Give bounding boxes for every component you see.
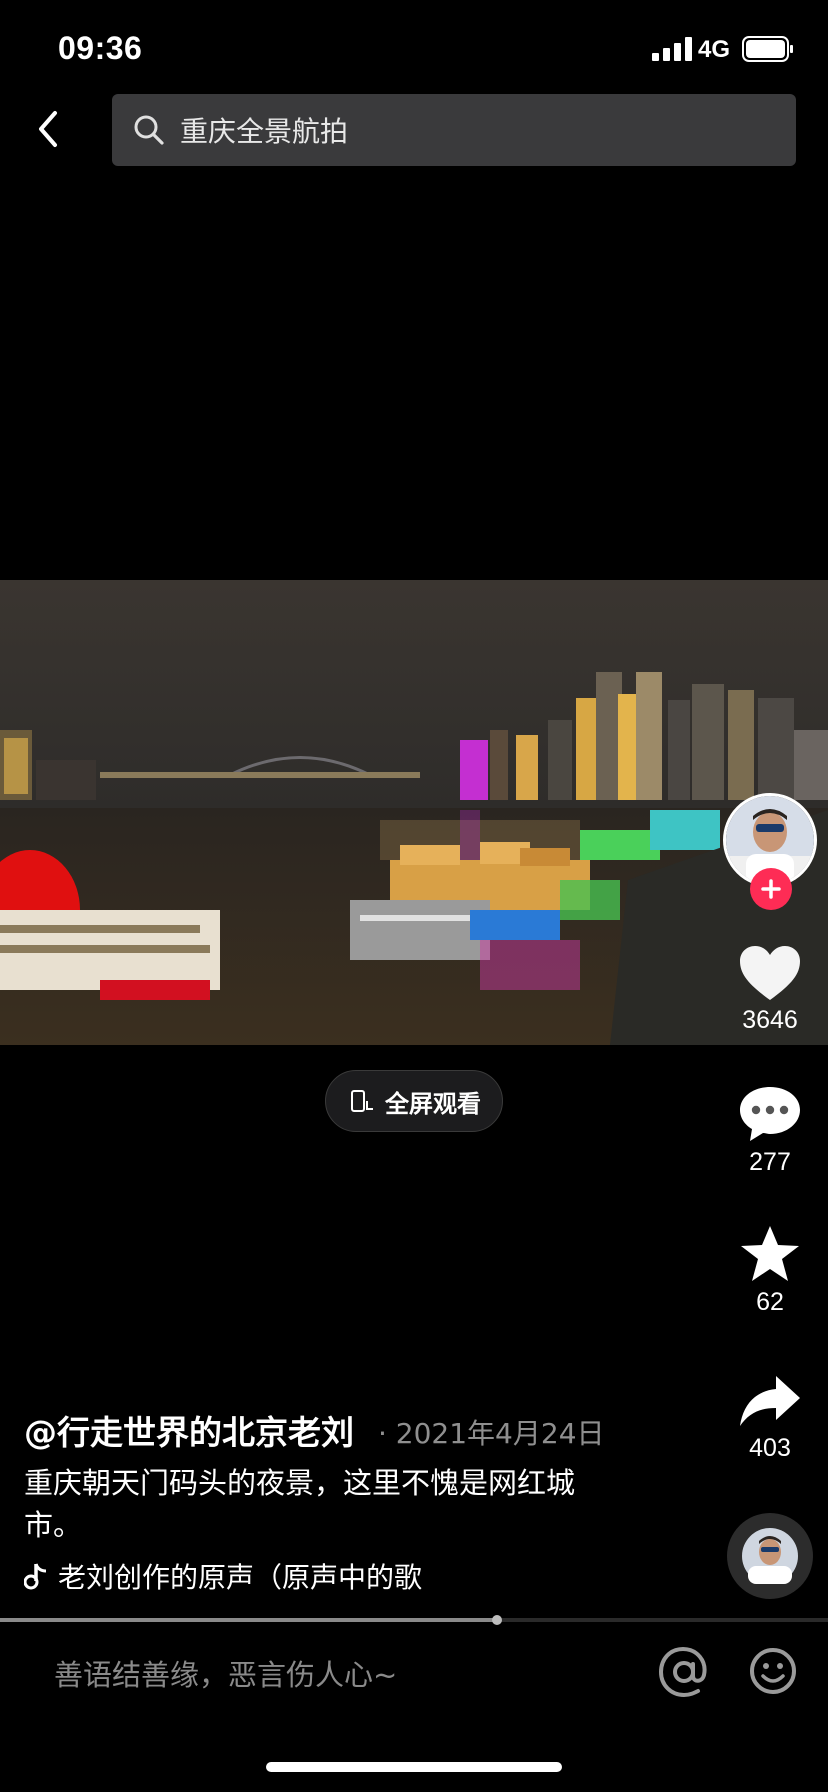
status-bar: 09:36 4G (0, 0, 828, 96)
fullscreen-button[interactable]: 全屏观看 (325, 1070, 503, 1132)
video-player[interactable] (0, 580, 828, 1045)
like-action[interactable]: 3646 (720, 944, 820, 1035)
search-query: 重庆全景航拍 (180, 115, 349, 148)
star-icon (741, 1226, 799, 1281)
favorite-count: 62 (756, 1288, 784, 1316)
post-date: · 2021年4月24日 (378, 1417, 605, 1450)
share-icon (740, 1376, 800, 1426)
fullscreen-icon (351, 1090, 373, 1112)
back-arrow-icon (39, 111, 57, 147)
comment-action[interactable]: 277 (720, 1084, 820, 1177)
fullscreen-label: 全屏观看 (385, 1089, 481, 1118)
home-indicator (266, 1762, 562, 1772)
signal-icon (652, 37, 692, 61)
battery-icon (742, 36, 793, 62)
comment-input[interactable]: 善语结善缘，恶言伤人心~ (54, 1652, 397, 1694)
search-input[interactable]: 重庆全景航拍 (112, 94, 796, 166)
search-icon (134, 115, 164, 145)
music-info[interactable]: 老刘创作的原声（原声中的歌 (24, 1556, 433, 1596)
comment-count: 277 (749, 1148, 791, 1176)
emoji-icon[interactable] (748, 1646, 798, 1696)
video-progress-bar[interactable] (0, 1615, 828, 1625)
like-count: 3646 (742, 1006, 798, 1034)
favorite-action[interactable]: 62 (720, 1224, 820, 1317)
music-title: 老刘创作的原声（原声中的歌 (58, 1561, 423, 1594)
at-icon[interactable] (656, 1644, 712, 1700)
music-note-icon (24, 1563, 47, 1590)
comment-bar: 善语结善缘，恶言伤人心~ (0, 1630, 828, 1720)
top-bar: 重庆全景航拍 (0, 94, 828, 166)
comment-icon (740, 1087, 800, 1141)
share-count: 403 (749, 1434, 791, 1462)
music-disc-avatar (742, 1528, 798, 1584)
plus-icon (761, 879, 781, 899)
network-type: 4G (698, 36, 731, 63)
status-time: 09:36 (58, 30, 143, 66)
post-caption: 重庆朝天门码头的夜景，这里不愧是网红城市。 (24, 1466, 576, 1542)
progress-handle[interactable] (491, 1615, 502, 1625)
follow-button[interactable] (750, 868, 792, 910)
music-disc-button[interactable] (727, 1513, 813, 1599)
heart-icon (740, 946, 800, 1000)
share-action[interactable]: 403 (720, 1374, 820, 1463)
author-name[interactable]: @行走世界的北京老刘 (24, 1406, 354, 1454)
back-button[interactable] (22, 98, 74, 160)
video-frame-image (0, 580, 828, 1045)
progress-fill (0, 1618, 497, 1622)
